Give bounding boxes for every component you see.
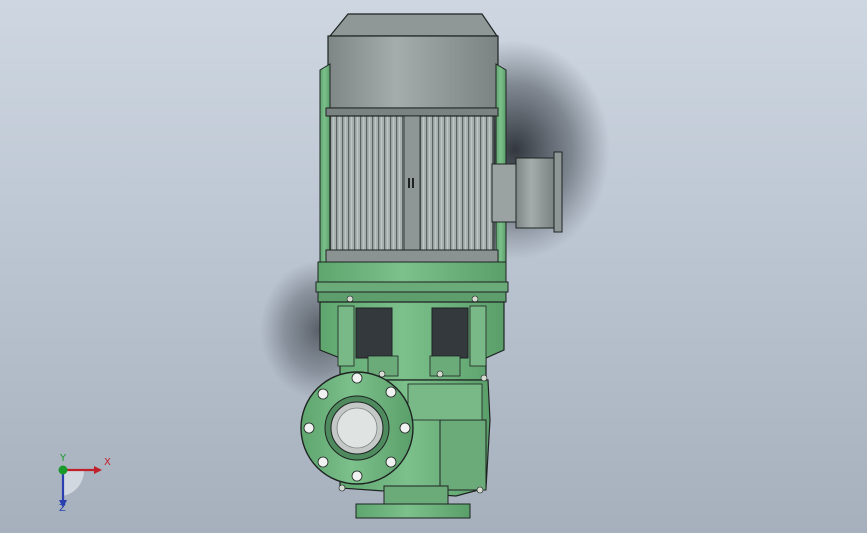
inlet-flange[interactable] (300, 371, 414, 485)
z-axis-label: Z (59, 503, 66, 514)
x-axis-label: X (104, 457, 111, 468)
terminal-box[interactable] (491, 151, 563, 233)
y-axis-label: Y (60, 453, 67, 464)
cad-graphics-viewport[interactable]: X Y Z (0, 0, 867, 533)
orientation-triad[interactable]: X Y Z (44, 452, 124, 522)
motor-finned-housing[interactable] (325, 107, 499, 272)
motor-adapter-flange[interactable] (315, 261, 509, 303)
triad-axes-icon (58, 465, 102, 508)
motor-top-cover[interactable] (327, 13, 499, 109)
pump-assembly-model[interactable] (0, 0, 867, 533)
pump-bearing-bracket[interactable] (319, 301, 505, 381)
